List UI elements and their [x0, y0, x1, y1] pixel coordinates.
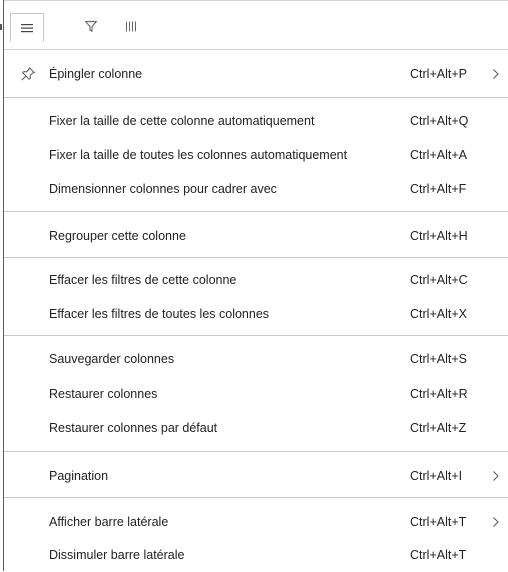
menu-item-autosize-all-columns[interactable]: Fixer la taille de toutes les colonnes a… — [4, 138, 508, 172]
menu-item-shortcut: Ctrl+Alt+Q — [410, 114, 469, 128]
menu-item-autosize-this-column[interactable]: Fixer la taille de cette colonne automat… — [4, 104, 508, 138]
menu-item-label: Effacer les filtres de cette colonne — [49, 273, 237, 287]
menu-item-clear-filters-all-columns[interactable]: Effacer les filtres de toutes les colonn… — [4, 297, 508, 331]
menu-separator — [4, 497, 508, 498]
menu-separator — [4, 451, 508, 452]
menu-item-pagination[interactable]: Pagination Ctrl+Alt+I — [4, 459, 508, 493]
menu-item-restore-default-columns[interactable]: Restaurer colonnes par défaut Ctrl+Alt+Z — [4, 411, 508, 445]
hamburger-icon — [21, 23, 33, 32]
columns-icon — [126, 21, 136, 31]
menu-item-label: Effacer les filtres de toutes les colonn… — [49, 307, 270, 321]
menu-separator — [4, 97, 508, 98]
menu-item-shortcut: Ctrl+Alt+F — [410, 182, 467, 196]
tab-filter[interactable] — [76, 13, 106, 39]
menu-item-label: Sauvegarder colonnes — [49, 352, 175, 366]
menu-item-shortcut: Ctrl+Alt+P — [410, 67, 467, 81]
menu-separator — [4, 211, 508, 212]
menu-item-label: Fixer la taille de cette colonne automat… — [49, 114, 315, 128]
menu-item-shortcut: Ctrl+Alt+C — [410, 273, 468, 287]
menu-item-shortcut: Ctrl+Alt+T — [410, 548, 467, 562]
menu-item-label: Fixer la taille de toutes les colonnes a… — [49, 148, 348, 162]
menu-item-shortcut: Ctrl+Alt+S — [410, 352, 467, 366]
menu-item-label: Dimensionner colonnes pour cadrer avec — [49, 182, 277, 196]
menu-item-label: Pagination — [49, 469, 109, 483]
menu-item-shortcut: Ctrl+Alt+Z — [410, 421, 467, 435]
menu-item-shortcut: Ctrl+Alt+X — [410, 307, 467, 321]
tab-general[interactable] — [10, 13, 44, 42]
chevron-right-icon — [493, 471, 499, 481]
menu-item-label: Restaurer colonnes — [49, 387, 158, 401]
menu-item-shortcut: Ctrl+Alt+H — [410, 229, 468, 243]
menu-separator — [4, 257, 508, 258]
menu-item-group-column[interactable]: Regrouper cette colonne Ctrl+Alt+H — [4, 219, 508, 253]
menu-item-shortcut: Ctrl+Alt+R — [410, 387, 468, 401]
menu-item-label: Dissimuler barre latérale — [49, 548, 185, 562]
menu-item-label: Regrouper cette colonne — [49, 229, 186, 243]
menu-separator — [4, 335, 508, 336]
menu-item-save-columns[interactable]: Sauvegarder colonnes Ctrl+Alt+S — [4, 342, 508, 376]
chevron-right-icon — [493, 69, 499, 79]
menu-tab-strip — [4, 0, 508, 50]
menu-item-pin-column[interactable]: Épingler colonne Ctrl+Alt+P — [4, 57, 508, 91]
chevron-right-icon — [493, 517, 499, 527]
pin-icon — [21, 66, 36, 81]
menu-item-shortcut: Ctrl+Alt+I — [410, 469, 463, 483]
column-menu: Épingler colonne Ctrl+Alt+P Fixer la tai… — [0, 0, 508, 571]
menu-item-size-to-fit[interactable]: Dimensionner colonnes pour cadrer avec C… — [4, 172, 508, 206]
menu-item-label: Afficher barre latérale — [49, 515, 169, 529]
funnel-icon — [85, 20, 97, 32]
menu-item-shortcut: Ctrl+Alt+A — [410, 148, 467, 162]
tab-columns[interactable] — [116, 13, 146, 39]
menu-item-shortcut: Ctrl+Alt+T — [410, 515, 467, 529]
column-resize-handle[interactable] — [0, 24, 2, 30]
menu-item-show-sidebar[interactable]: Afficher barre latérale Ctrl+Alt+T — [4, 505, 508, 539]
menu-item-clear-filters-this-column[interactable]: Effacer les filtres de cette colonne Ctr… — [4, 263, 508, 297]
menu-item-label: Épingler colonne — [49, 67, 143, 81]
menu-item-label: Restaurer colonnes par défaut — [49, 421, 218, 435]
menu-item-hide-sidebar[interactable]: Dissimuler barre latérale Ctrl+Alt+T — [4, 538, 508, 572]
menu-item-restore-columns[interactable]: Restaurer colonnes Ctrl+Alt+R — [4, 377, 508, 411]
